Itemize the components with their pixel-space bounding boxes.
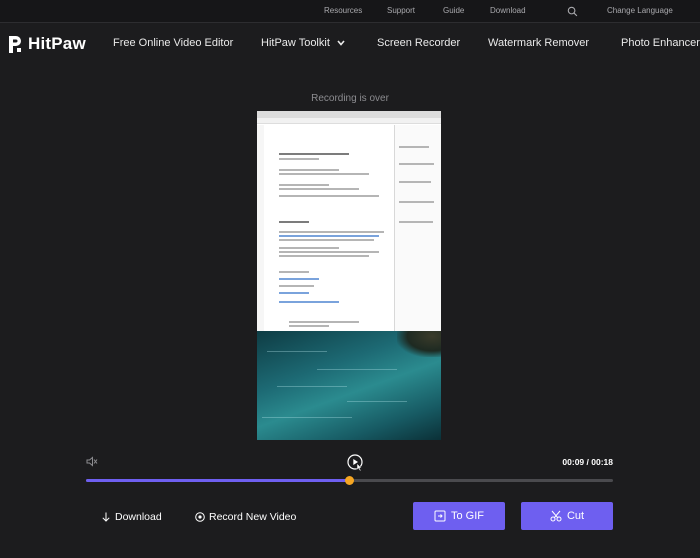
ocean-footage: [257, 331, 441, 440]
download-label: Download: [115, 511, 162, 523]
mail-line: [289, 321, 359, 323]
volume-icon[interactable]: [86, 456, 98, 467]
mail-link-line: [279, 278, 319, 280]
top-utility-bar: Resources Support Guide Download Change …: [0, 0, 700, 23]
browser-tab-bar: [257, 111, 441, 118]
mail-line: [279, 221, 309, 223]
mail-line: [279, 271, 309, 273]
video-preview[interactable]: [257, 111, 441, 440]
cut-label: Cut: [566, 510, 585, 522]
change-language-link[interactable]: Change Language: [607, 6, 673, 15]
nav-free-online-video-editor[interactable]: Free Online Video Editor: [113, 37, 233, 49]
screen-capture-frame: [257, 111, 441, 331]
mail-line: [279, 188, 359, 190]
mail-link-line: [279, 235, 379, 237]
mail-line: [279, 285, 314, 287]
main-nav: HitPaw Free Online Video Editor HitPaw T…: [0, 24, 700, 64]
panel-line: [399, 163, 434, 165]
download-arrow-icon: [102, 512, 110, 522]
mail-line: [279, 195, 379, 197]
progress-track[interactable]: [86, 476, 613, 485]
mail-link-line: [279, 301, 339, 303]
mail-sidebar: [257, 125, 264, 331]
nav-hitpaw-toolkit[interactable]: HitPaw Toolkit: [261, 37, 330, 49]
mail-subject-line: [279, 153, 349, 155]
water-ripple: [267, 351, 327, 352]
mail-line: [279, 231, 384, 233]
download-link[interactable]: Download: [490, 6, 526, 15]
progress-thumb[interactable]: [345, 476, 354, 485]
recording-status: Recording is over: [311, 93, 389, 104]
play-icon[interactable]: [347, 454, 364, 471]
cut-button[interactable]: Cut: [521, 502, 613, 530]
nav-watermark-remover[interactable]: Watermark Remover: [488, 37, 589, 49]
record-new-video-button[interactable]: Record New Video: [195, 510, 296, 524]
scissors-icon: [550, 510, 562, 522]
panel-line: [399, 146, 429, 148]
record-icon: [195, 512, 205, 522]
nav-screen-recorder[interactable]: Screen Recorder: [377, 37, 460, 49]
resources-link[interactable]: Resources: [324, 6, 362, 15]
search-icon[interactable]: [567, 6, 578, 17]
water-ripple: [277, 386, 347, 387]
side-panel: [394, 125, 441, 331]
download-button[interactable]: Download: [101, 510, 162, 524]
mail-line: [279, 173, 369, 175]
record-new-video-label: Record New Video: [209, 511, 297, 523]
panel-line: [399, 221, 433, 223]
mail-line: [289, 325, 329, 327]
panel-line: [399, 181, 431, 183]
mail-line: [279, 255, 369, 257]
water-ripple: [317, 369, 397, 370]
mail-line: [279, 239, 374, 241]
shore-rocks: [397, 331, 441, 357]
mail-line: [279, 251, 379, 253]
brand-name: HitPaw: [28, 34, 86, 53]
to-gif-button[interactable]: To GIF: [413, 502, 505, 530]
water-ripple: [347, 401, 407, 402]
progress-fill: [86, 479, 350, 482]
nav-photo-enhancer[interactable]: Photo Enhancer: [621, 37, 700, 49]
gif-convert-icon: [434, 510, 446, 522]
hitpaw-logo[interactable]: HitPaw: [8, 32, 86, 56]
mail-line: [279, 247, 339, 249]
mail-line: [279, 184, 329, 186]
water-ripple: [262, 417, 352, 418]
mail-line: [279, 158, 319, 160]
hitpaw-logo-icon: [9, 35, 21, 53]
chevron-down-icon[interactable]: [337, 40, 345, 46]
support-link[interactable]: Support: [387, 6, 415, 15]
guide-link[interactable]: Guide: [443, 6, 464, 15]
to-gif-label: To GIF: [450, 510, 484, 522]
panel-line: [399, 201, 434, 203]
mail-link-line: [279, 292, 309, 294]
browser-address-bar: [257, 118, 441, 124]
mail-line: [279, 169, 339, 171]
time-display: 00:09 / 00:18: [562, 457, 613, 467]
